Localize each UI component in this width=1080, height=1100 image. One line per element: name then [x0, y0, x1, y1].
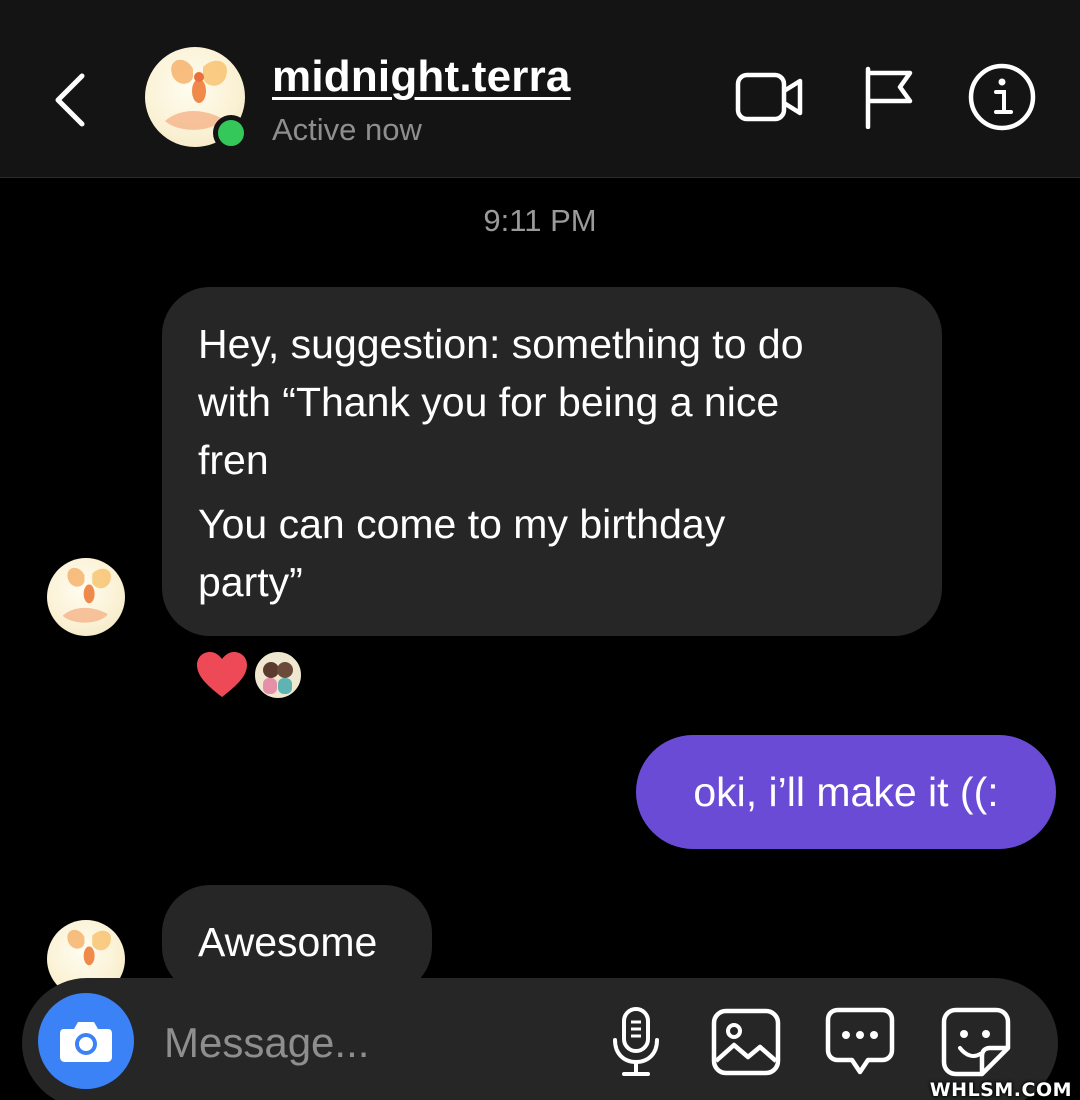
outgoing-message[interactable]: oki, i’ll make it ((:: [636, 735, 1056, 849]
camera-icon: [60, 1022, 112, 1062]
message-reactions[interactable]: [195, 648, 303, 702]
profile-avatar[interactable]: [145, 47, 249, 151]
message-line: You can come to my birthday: [198, 501, 726, 547]
sticker-button[interactable]: [936, 1002, 1016, 1082]
sender-avatar[interactable]: [47, 558, 125, 636]
flag-icon: [865, 66, 913, 129]
chat-bubble-icon: [825, 1007, 895, 1075]
active-status: Active now: [272, 112, 422, 147]
heart-icon: [197, 652, 247, 697]
microphone-icon: [613, 1007, 659, 1076]
gallery-icon: [711, 1008, 781, 1076]
message-input[interactable]: [162, 1012, 582, 1074]
back-chevron-icon: [55, 73, 85, 127]
watermark: WHLSM.COM: [929, 1079, 1072, 1100]
message-timestamp: 9:11 PM: [483, 203, 597, 238]
reactor-avatar: [253, 650, 303, 700]
online-indicator: [213, 115, 249, 151]
info-icon: [968, 63, 1036, 131]
gallery-button[interactable]: [706, 1002, 786, 1082]
dm-thread-screen: midnight.terra Active now 9:11 PM Hey, s…: [0, 0, 1080, 1100]
message-line: Hey, suggestion: something to do: [198, 321, 804, 367]
video-call-icon: [735, 72, 803, 122]
sticker-icon: [941, 1007, 1011, 1077]
thread-header: midnight.terra Active now: [0, 0, 1080, 178]
chat-options-button[interactable]: [820, 1002, 900, 1082]
fairy-illustration: [62, 567, 111, 623]
heart-reaction: [195, 648, 249, 702]
back-button[interactable]: [40, 60, 100, 140]
message-line: fren: [198, 437, 269, 483]
reactor-illustration: [263, 662, 293, 694]
voice-message-button[interactable]: [596, 1002, 676, 1082]
message-line: party”: [198, 559, 303, 605]
username[interactable]: midnight.terra: [272, 52, 571, 102]
report-button[interactable]: [848, 62, 928, 132]
video-call-button[interactable]: [730, 62, 810, 132]
incoming-message[interactable]: Hey, suggestion: something to do with “T…: [162, 287, 942, 636]
info-button[interactable]: [962, 62, 1042, 132]
message-line: with “Thank you for being a nice: [198, 379, 780, 425]
camera-button[interactable]: [38, 993, 134, 1089]
